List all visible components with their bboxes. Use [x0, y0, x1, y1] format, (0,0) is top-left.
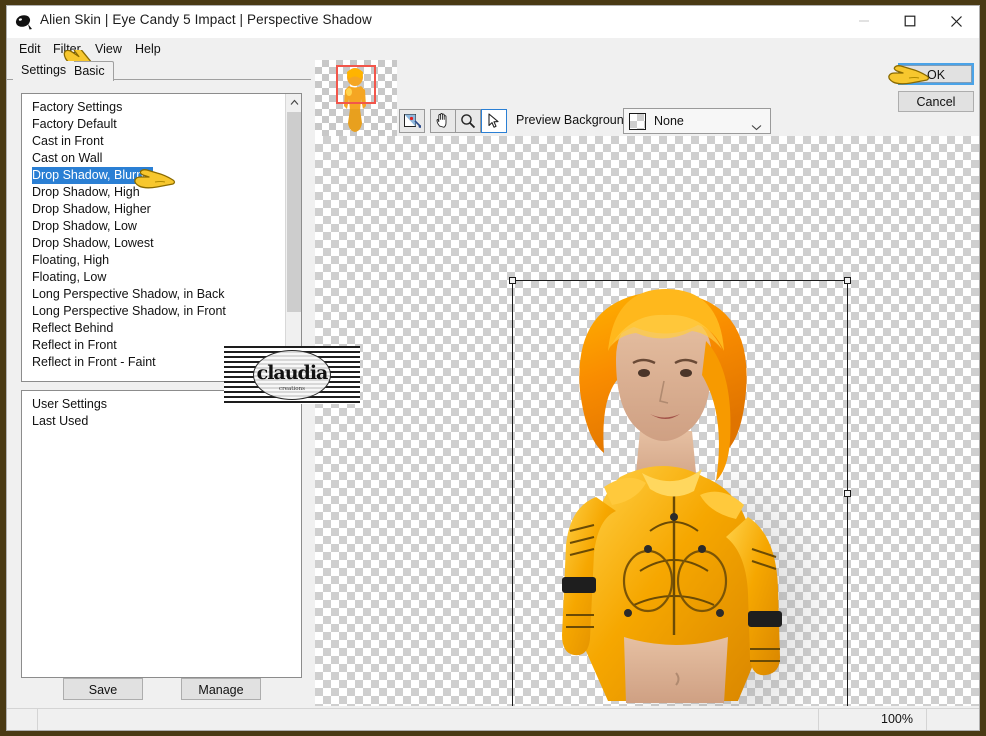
window-title: Alien Skin | Eye Candy 5 Impact | Perspe… [40, 12, 372, 27]
zoom-level-label: 100% [881, 712, 913, 726]
user-preset-item[interactable]: Last Used [22, 413, 301, 430]
menu-item-edit[interactable]: Edit [15, 41, 45, 57]
preview-toggle-tool[interactable] [399, 109, 425, 133]
selection-handle-top-right[interactable] [844, 277, 851, 284]
save-button[interactable]: Save [63, 678, 143, 700]
preview-canvas[interactable] [315, 136, 979, 706]
user-settings-list[interactable]: User Settings Last Used [21, 390, 302, 678]
preset-item[interactable]: Reflect Behind [22, 320, 286, 337]
arrow-tool[interactable] [481, 109, 507, 133]
tab-settings[interactable]: Settings [13, 61, 75, 81]
zoom-tool[interactable] [455, 109, 481, 133]
minimize-button[interactable] [841, 6, 887, 36]
preset-item[interactable]: Drop Shadow, Higher [22, 201, 286, 218]
factory-settings-list[interactable]: Factory Settings Factory Default Cast in F… [21, 93, 302, 382]
close-button[interactable] [933, 6, 979, 36]
pointer-hand-preset-icon [133, 168, 177, 201]
outer-frame: Alien Skin | Eye Candy 5 Impact | Perspe… [0, 0, 986, 736]
alien-head-icon [15, 13, 33, 31]
chevron-down-icon [751, 118, 762, 136]
selection-bounding-box[interactable] [509, 277, 851, 706]
factory-settings-items: Factory Settings Factory Default Cast in F… [22, 99, 286, 371]
preset-item[interactable]: Cast in Front [22, 133, 286, 150]
selection-handle-middle-right[interactable] [844, 489, 851, 497]
navigator-viewport-rect[interactable] [336, 65, 376, 104]
checker-swatch-icon [629, 113, 646, 130]
watermark-overlay: claudia creations [224, 346, 360, 404]
preview-split-icon [404, 114, 421, 128]
preset-item[interactable]: Floating, Low [22, 269, 286, 286]
manage-button[interactable]: Manage [181, 678, 261, 700]
preview-background-select[interactable]: None [623, 108, 771, 134]
menu-bar: Edit Filter View Help [7, 38, 979, 60]
minimize-icon [859, 20, 869, 22]
tab-strip: Settings Basic [7, 60, 311, 81]
navigator-thumbnail[interactable] [315, 60, 397, 136]
magnifier-icon [461, 114, 476, 129]
scrollbar-thumb[interactable] [287, 112, 301, 312]
status-separator-2 [818, 709, 819, 730]
status-bar: 100% [7, 708, 979, 730]
preset-item[interactable]: Floating, High [22, 252, 286, 269]
watermark-text: claudia [256, 362, 329, 384]
scroll-up-button[interactable] [286, 94, 301, 111]
hand-icon [436, 113, 447, 128]
title-bar: Alien Skin | Eye Candy 5 Impact | Perspe… [7, 6, 979, 38]
preset-item[interactable]: Drop Shadow, Low [22, 218, 286, 235]
preset-item[interactable]: Cast on Wall [22, 150, 286, 167]
preset-item[interactable]: Factory Settings [22, 99, 286, 116]
maximize-button[interactable] [887, 6, 933, 36]
status-separator-1 [37, 709, 38, 730]
maximize-icon [904, 15, 916, 27]
watermark-subtext: creations [279, 386, 305, 392]
preset-item[interactable]: Long Perspective Shadow, in Back [22, 286, 286, 303]
arrow-cursor-icon [488, 113, 499, 128]
close-icon [950, 15, 962, 27]
preview-background-value: None [654, 114, 684, 128]
menu-item-help[interactable]: Help [131, 41, 165, 57]
pointer-hand-ok-icon [887, 64, 931, 97]
preset-item[interactable]: Drop Shadow, Lowest [22, 235, 286, 252]
preview-panel: Preview Background: None OK Cancel [311, 60, 979, 710]
preview-background-label: Preview Background: [516, 113, 635, 127]
hand-tool[interactable] [430, 109, 456, 133]
app-window: Alien Skin | Eye Candy 5 Impact | Perspe… [6, 5, 980, 731]
preset-item[interactable]: Factory Default [22, 116, 286, 133]
status-separator-3 [926, 709, 927, 730]
preset-item[interactable]: Long Perspective Shadow, in Front [22, 303, 286, 320]
factory-list-scrollbar[interactable] [285, 94, 301, 381]
selection-handle-top-left[interactable] [509, 277, 516, 284]
chevron-up-icon [290, 99, 298, 105]
